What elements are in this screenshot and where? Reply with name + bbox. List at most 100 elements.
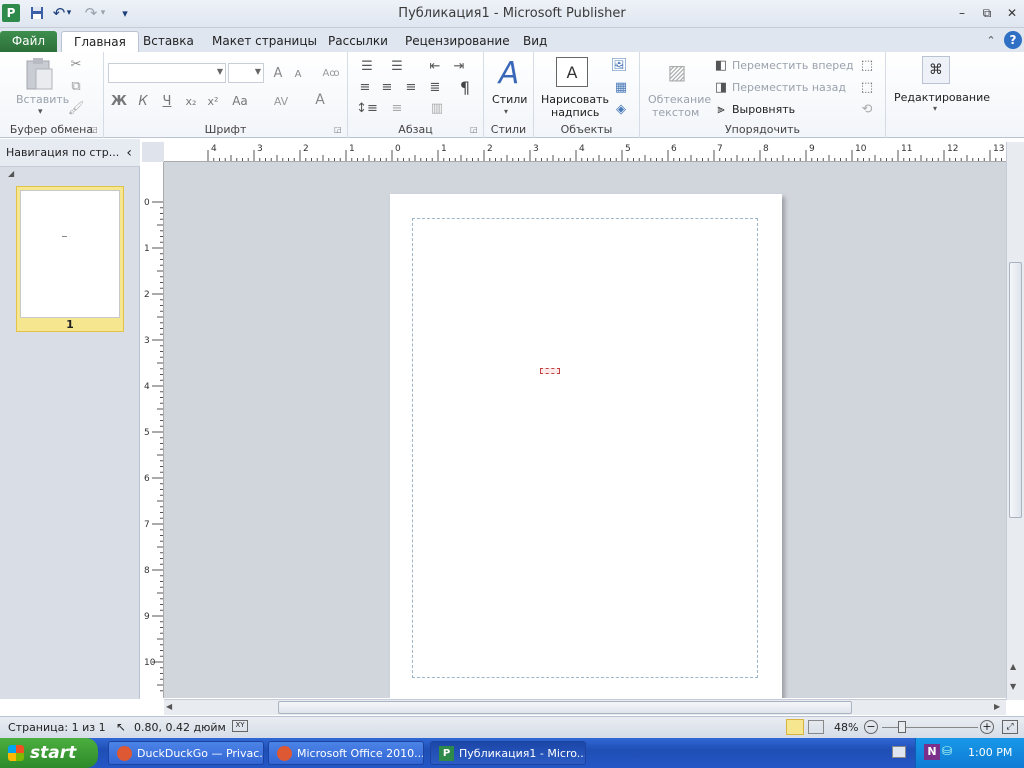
- font-name-combo[interactable]: ▼: [108, 63, 226, 83]
- styles-button-label[interactable]: Стили: [492, 93, 527, 106]
- publication-page[interactable]: [390, 194, 782, 698]
- vertical-scrollbar[interactable]: ▲ ▼: [1006, 142, 1024, 700]
- horizontal-scroll-thumb[interactable]: [278, 701, 852, 714]
- zoom-slider-track[interactable]: [882, 727, 978, 728]
- paste-icon[interactable]: [22, 56, 56, 92]
- paste-button-label[interactable]: Вставить: [16, 93, 69, 106]
- selected-text-box[interactable]: [540, 368, 560, 374]
- next-page-icon[interactable]: ▼: [1010, 682, 1016, 691]
- single-page-view-icon[interactable]: [786, 719, 804, 735]
- collapse-ribbon-icon[interactable]: ⌃: [983, 32, 999, 48]
- character-spacing-icon[interactable]: AV: [268, 92, 294, 110]
- paragraph-spacing-icon[interactable]: ≡: [386, 100, 408, 116]
- taskbar-item-duckduckgo[interactable]: DuckDuckGo — Privac...: [108, 741, 264, 765]
- bold-icon[interactable]: Ж: [110, 92, 128, 110]
- styles-icon[interactable]: A: [492, 56, 526, 91]
- previous-page-icon[interactable]: ▲: [1010, 662, 1016, 671]
- numbering-icon[interactable]: ☰: [386, 58, 408, 74]
- scroll-right-icon[interactable]: ▶: [994, 702, 1000, 711]
- font-color-icon[interactable]: A: [310, 90, 330, 110]
- fit-page-icon[interactable]: ⤢: [1002, 720, 1018, 734]
- align-right-icon[interactable]: ≡: [402, 79, 420, 95]
- close-button[interactable]: ✕: [1000, 4, 1024, 22]
- clipboard-launcher-icon[interactable]: ◲: [90, 125, 98, 134]
- page-thumbnail[interactable]: 1: [16, 186, 124, 332]
- group-icon[interactable]: ⬚: [858, 56, 876, 74]
- rotate-icon[interactable]: ⟲: [858, 100, 876, 118]
- send-backward-icon[interactable]: ◨: [714, 80, 728, 95]
- page-info[interactable]: Страница: 1 из 1: [8, 721, 106, 734]
- vertical-ruler[interactable]: 0 1 2 3 4 5 6 7 8 9 10: [142, 162, 164, 698]
- grow-font-icon[interactable]: A: [270, 64, 286, 82]
- tab-page-layout[interactable]: Макет страницы: [200, 31, 329, 52]
- cut-icon[interactable]: ✂: [68, 56, 84, 72]
- taskbar-item-office[interactable]: Microsoft Office 2010...: [268, 741, 424, 765]
- align-center-icon[interactable]: ≡: [378, 79, 396, 95]
- wrap-text-label-line1[interactable]: Обтекание: [648, 93, 711, 106]
- zoom-out-icon[interactable]: −: [864, 720, 878, 734]
- keyboard-icon[interactable]: [892, 746, 906, 758]
- paragraph-launcher-icon[interactable]: ◲: [470, 125, 478, 134]
- start-button[interactable]: start: [0, 738, 98, 768]
- wrap-text-icon[interactable]: ▨: [662, 57, 692, 87]
- subscript-icon[interactable]: x₂: [182, 92, 200, 110]
- onenote-icon[interactable]: N: [924, 744, 940, 760]
- paste-dropdown-icon[interactable]: ▾: [38, 107, 43, 117]
- shapes-icon[interactable]: ◈: [610, 100, 632, 118]
- align-icon[interactable]: ⫸: [714, 102, 728, 117]
- editing-button-label[interactable]: Редактирование: [894, 91, 990, 104]
- columns-icon[interactable]: ▥: [426, 100, 448, 116]
- align-label[interactable]: Выровнять: [732, 103, 795, 116]
- font-size-combo[interactable]: ▼: [228, 63, 264, 83]
- section-expand-icon[interactable]: ◢: [8, 169, 14, 178]
- two-page-view-icon[interactable]: [808, 720, 824, 734]
- tab-view[interactable]: Вид: [511, 31, 559, 52]
- scroll-left-icon[interactable]: ◀: [166, 702, 172, 711]
- vertical-scroll-thumb[interactable]: [1009, 262, 1022, 518]
- tab-review[interactable]: Рецензирование: [393, 31, 522, 52]
- decrease-indent-icon[interactable]: ⇤: [426, 58, 444, 74]
- zoom-slider-thumb[interactable]: [898, 721, 906, 733]
- horizontal-scrollbar[interactable]: ◀ ▶: [164, 699, 1006, 715]
- format-painter-icon[interactable]: 🖌: [68, 100, 85, 116]
- bring-forward-icon[interactable]: ◧: [714, 58, 728, 73]
- picture-icon[interactable]: 🖼: [610, 56, 628, 74]
- zoom-level[interactable]: 48%: [834, 721, 858, 734]
- ungroup-icon[interactable]: ⬚: [858, 78, 876, 96]
- horizontal-ruler[interactable]: 4 3 2 1 0 1 2 3 4 5 6 7 8 9 10 11 12 13: [164, 142, 1006, 162]
- minimize-button[interactable]: –: [950, 4, 974, 22]
- network-icon[interactable]: ⛁: [942, 744, 958, 760]
- draw-text-box-icon[interactable]: A: [556, 57, 588, 87]
- show-formatting-marks-icon[interactable]: ¶: [456, 78, 474, 97]
- tab-mailings[interactable]: Рассылки: [316, 31, 400, 52]
- table-icon[interactable]: ▦: [610, 78, 632, 96]
- italic-icon[interactable]: К: [134, 92, 152, 110]
- help-icon[interactable]: ?: [1004, 31, 1022, 49]
- wrap-text-label-line2[interactable]: текстом: [652, 106, 699, 119]
- taskbar-item-publisher[interactable]: P Публикация1 - Micro...: [430, 741, 586, 765]
- justify-icon[interactable]: ≣: [426, 79, 444, 95]
- superscript-icon[interactable]: x²: [204, 92, 222, 110]
- tab-insert[interactable]: Вставка: [131, 31, 206, 52]
- styles-dropdown-icon[interactable]: ▾: [504, 107, 508, 116]
- clear-formatting-icon[interactable]: Aꝏ: [322, 64, 340, 82]
- editing-dropdown-icon[interactable]: ▾: [933, 104, 937, 113]
- increase-indent-icon[interactable]: ⇥: [450, 58, 468, 74]
- send-backward-label[interactable]: Переместить назад: [732, 81, 846, 94]
- tab-home[interactable]: Главная: [61, 31, 139, 52]
- shrink-font-icon[interactable]: A: [290, 66, 306, 82]
- tab-file[interactable]: Файл: [0, 31, 57, 52]
- zoom-in-icon[interactable]: +: [980, 720, 994, 734]
- underline-icon[interactable]: Ч: [158, 92, 176, 110]
- maximize-button[interactable]: ⧉: [975, 4, 999, 22]
- draw-text-box-label-line2[interactable]: надпись: [551, 106, 599, 119]
- align-left-icon[interactable]: ≡: [356, 79, 374, 95]
- copy-icon[interactable]: ⧉: [68, 78, 84, 94]
- collapse-pane-icon[interactable]: ‹: [126, 139, 132, 167]
- bring-forward-label[interactable]: Переместить вперед: [732, 59, 854, 72]
- bullets-icon[interactable]: ☰: [356, 58, 378, 74]
- change-case-icon[interactable]: Aa: [228, 92, 252, 110]
- workspace-canvas[interactable]: [164, 162, 1006, 698]
- binoculars-icon[interactable]: ⌘: [922, 56, 950, 84]
- line-spacing-icon[interactable]: ↕≡: [356, 100, 378, 116]
